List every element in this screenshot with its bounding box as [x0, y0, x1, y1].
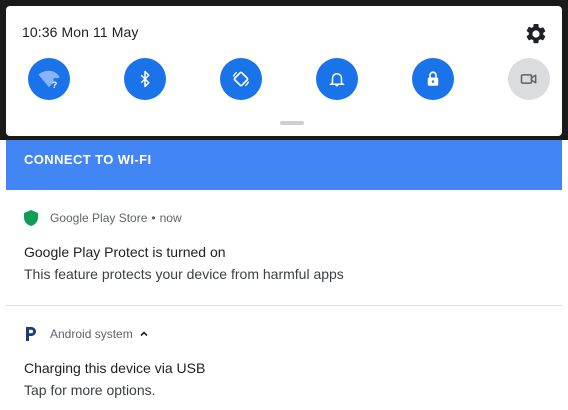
svg-text:?: ? — [52, 80, 58, 90]
wifi-tile[interactable]: ? — [28, 58, 70, 100]
bluetooth-tile[interactable] — [124, 58, 166, 100]
lock-icon — [424, 70, 442, 88]
bluetooth-icon — [136, 70, 154, 88]
notification-title: Charging this device via USB — [24, 360, 206, 376]
notification-header: Google Play Store • now — [24, 210, 182, 226]
notification-header: Android system — [24, 326, 149, 342]
notification-text: This feature protects your device from h… — [24, 266, 344, 282]
notification-usb-charging[interactable]: Android system Charging this device via … — [6, 306, 562, 410]
notification-text: Tap for more options. — [24, 382, 156, 398]
notification-app-name: Android system — [50, 327, 133, 341]
status-datetime: 10:36 Mon 11 May — [22, 24, 139, 40]
android-system-icon — [24, 326, 40, 342]
chevron-up-icon[interactable] — [139, 329, 149, 339]
sound-tile[interactable] — [316, 58, 358, 100]
auto-rotate-tile[interactable] — [220, 58, 262, 100]
notification-app-name: Google Play Store — [50, 211, 148, 225]
lock-tile[interactable] — [412, 58, 454, 100]
notification-play-protect[interactable]: Google Play Store • now Google Play Prot… — [6, 190, 562, 305]
gear-icon[interactable] — [524, 22, 548, 46]
screen-record-tile[interactable] — [508, 58, 550, 100]
bell-icon — [328, 70, 346, 88]
notification-title: Google Play Protect is turned on — [24, 244, 226, 260]
auto-rotate-icon — [231, 69, 251, 89]
quick-settings-panel: 10:36 Mon 11 May ? — [6, 6, 562, 136]
connect-wifi-banner[interactable]: CONNECT TO WI-FI — [6, 140, 562, 190]
drag-handle[interactable] — [280, 121, 304, 125]
wifi-question-icon: ? — [38, 68, 60, 90]
notification-shade: 10:36 Mon 11 May ? CONNECT TO WI-FI Goog… — [0, 0, 568, 410]
camera-icon — [519, 69, 539, 89]
separator-dot: • — [151, 211, 156, 225]
notification-time: now — [159, 211, 182, 225]
shield-icon — [24, 210, 40, 226]
connect-wifi-label: CONNECT TO WI-FI — [24, 152, 152, 167]
